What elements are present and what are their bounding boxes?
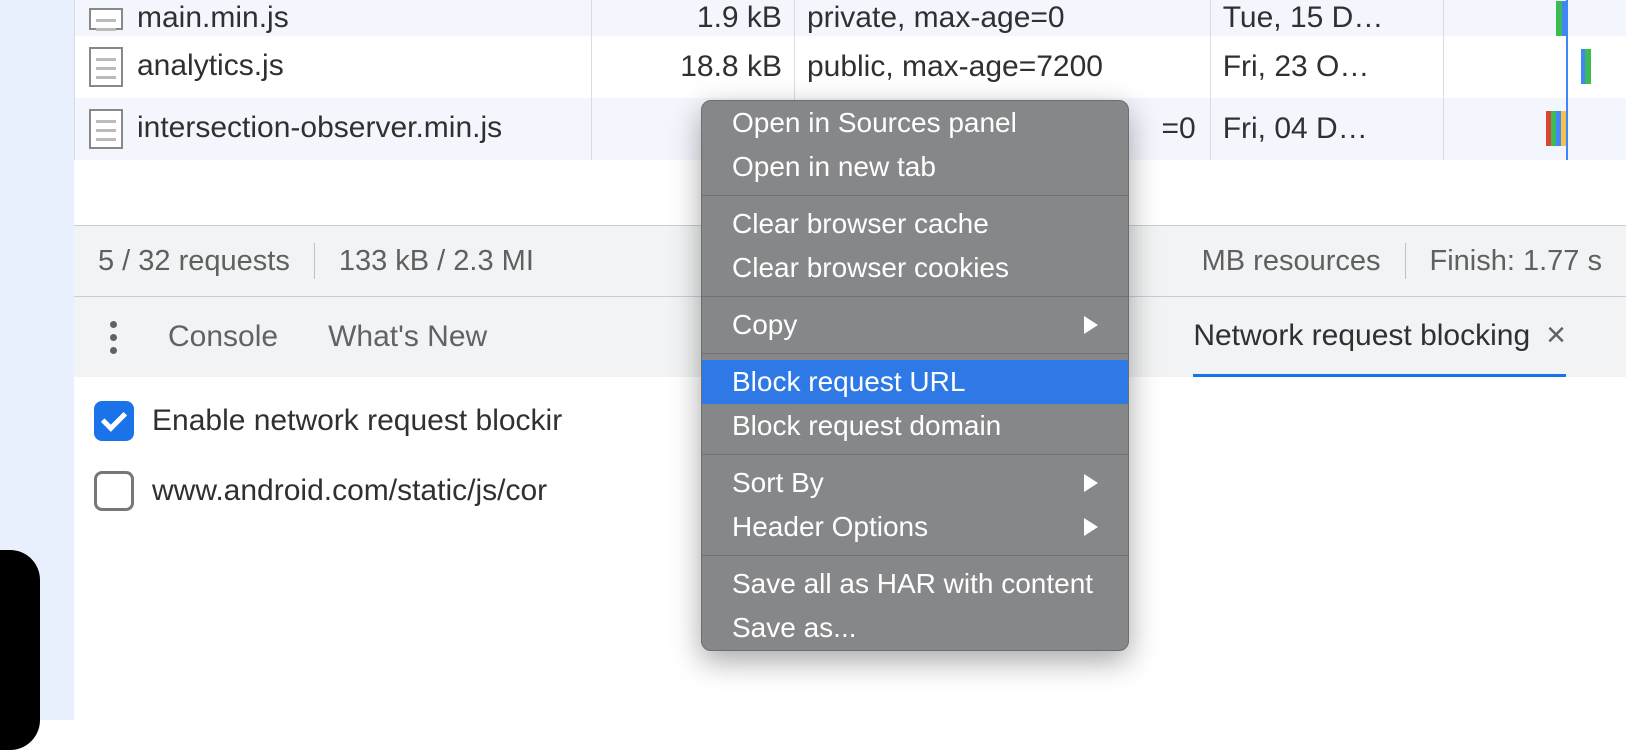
ctx-open-new-tab[interactable]: Open in new tab — [702, 145, 1128, 189]
enable-blocking-label: Enable network request blockir — [152, 404, 562, 438]
waterfall-cell — [1443, 0, 1626, 36]
chevron-right-icon — [1084, 316, 1098, 334]
file-icon — [89, 109, 123, 149]
file-name: main.min.js — [137, 1, 289, 34]
ctx-block-request-url[interactable]: Block request URL — [702, 360, 1128, 404]
size-cell: 18.8 kB — [592, 36, 795, 98]
date-cell: Fri, 23 O… — [1210, 36, 1443, 98]
tab-network-request-blocking[interactable]: Network request blocking × — [1193, 297, 1566, 377]
ctx-separator — [702, 296, 1128, 297]
close-icon[interactable]: × — [1546, 316, 1566, 355]
table-row[interactable]: analytics.js 18.8 kB public, max-age=720… — [75, 36, 1626, 98]
ctx-separator — [702, 195, 1128, 196]
more-icon[interactable] — [98, 321, 128, 354]
waterfall-load-line — [1566, 0, 1568, 160]
context-menu: Open in Sources panel Open in new tab Cl… — [701, 100, 1129, 651]
checkbox-unchecked-icon[interactable] — [94, 471, 134, 511]
chevron-right-icon — [1084, 474, 1098, 492]
tab-console[interactable]: Console — [168, 320, 278, 354]
waterfall-cell — [1443, 36, 1626, 98]
file-name: intersection-observer.min.js — [137, 111, 502, 144]
chevron-right-icon — [1084, 518, 1098, 536]
ctx-sort-by[interactable]: Sort By — [702, 461, 1128, 505]
ctx-separator — [702, 353, 1128, 354]
ctx-open-sources[interactable]: Open in Sources panel — [702, 101, 1128, 145]
cache-cell: private, max-age=0 — [794, 0, 1210, 36]
file-icon — [89, 47, 123, 87]
size-cell: 1.9 kB — [592, 0, 795, 36]
table-row[interactable]: main.min.js 1.9 kB private, max-age=0 Tu… — [75, 0, 1626, 36]
status-requests: 5 / 32 requests — [98, 245, 290, 278]
devtools-main: main.min.js 1.9 kB private, max-age=0 Tu… — [74, 0, 1626, 720]
tab-label: Network request blocking — [1193, 319, 1530, 353]
ctx-block-request-domain[interactable]: Block request domain — [702, 404, 1128, 448]
device-frame-corner — [0, 550, 40, 750]
ctx-save-as[interactable]: Save as... — [702, 606, 1128, 650]
ctx-clear-cookies[interactable]: Clear browser cookies — [702, 246, 1128, 290]
date-cell: Fri, 04 D… — [1210, 98, 1443, 160]
left-strip: /s — [0, 0, 74, 720]
file-icon — [89, 8, 123, 30]
tab-whats-new[interactable]: What's New — [328, 320, 487, 354]
status-separator — [1405, 243, 1406, 279]
ctx-copy[interactable]: Copy — [702, 303, 1128, 347]
ctx-save-har[interactable]: Save all as HAR with content — [702, 562, 1128, 606]
blocking-pattern-text: www.android.com/static/js/cor — [152, 474, 547, 508]
file-name: analytics.js — [137, 49, 284, 82]
ctx-separator — [702, 454, 1128, 455]
ctx-separator — [702, 555, 1128, 556]
ctx-clear-cache[interactable]: Clear browser cache — [702, 202, 1128, 246]
ctx-header-options[interactable]: Header Options — [702, 505, 1128, 549]
checkbox-checked-icon[interactable] — [94, 401, 134, 441]
date-cell: Tue, 15 D… — [1210, 0, 1443, 36]
status-transferred: 133 kB / 2.3 MI — [339, 245, 534, 278]
waterfall-cell — [1443, 98, 1626, 160]
status-resources: MB resources — [1202, 245, 1381, 278]
status-finish: Finish: 1.77 s — [1430, 245, 1602, 278]
status-separator — [314, 243, 315, 279]
cache-cell: public, max-age=7200 — [794, 36, 1210, 98]
